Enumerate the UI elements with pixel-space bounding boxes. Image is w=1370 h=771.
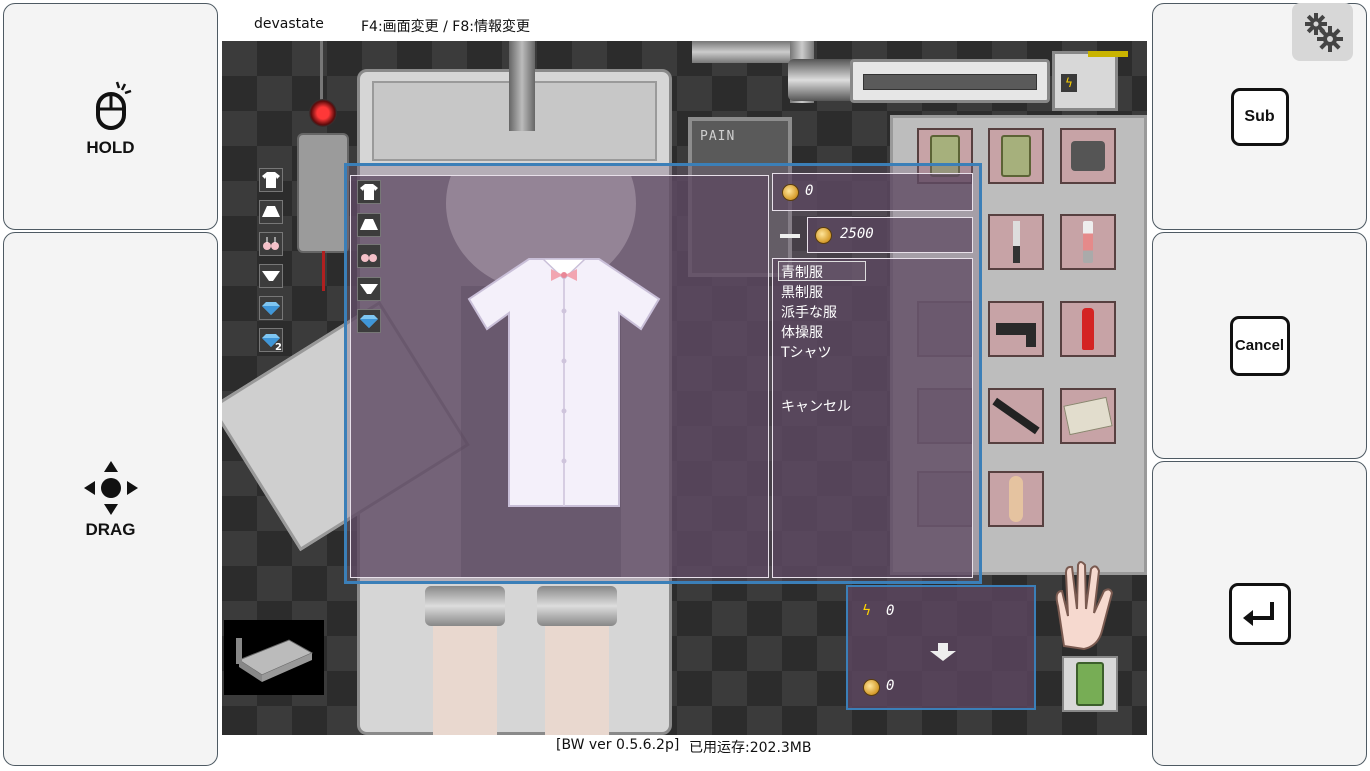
shirt-icon <box>360 184 378 200</box>
hand-cursor-icon <box>1055 561 1114 651</box>
outfit-option-list: 青制服 黒制服 派手な服 体操服 Tシャツ キャンセル <box>772 258 973 578</box>
option-gym-clothes[interactable]: 体操服 <box>781 322 823 342</box>
move-arrows-icon <box>83 461 138 515</box>
skirt-icon <box>262 206 280 217</box>
return-arrow-icon <box>1242 601 1274 626</box>
shirt-slot[interactable] <box>259 168 283 192</box>
jerrycan-icon <box>1001 135 1031 177</box>
drag-button[interactable]: DRAG <box>3 232 218 766</box>
owned-coins-amount: 0 <box>805 183 814 199</box>
stick-icon <box>1009 476 1023 522</box>
status-box: ϟ 0 0 <box>846 585 1036 710</box>
pain-monitor-label: PAIN <box>700 129 736 144</box>
iv-tube <box>322 251 325 291</box>
diamond-icon <box>360 315 378 328</box>
syringe-icon <box>1083 221 1093 263</box>
skirt-tab[interactable] <box>357 213 381 237</box>
settings-button[interactable] <box>1292 3 1353 61</box>
option-blue-uniform[interactable]: 青制服 <box>781 262 823 282</box>
item-slot-jerrycan-2[interactable] <box>988 128 1044 184</box>
shirt-tab[interactable] <box>357 180 381 204</box>
energy-icon: ϟ <box>862 603 872 619</box>
rifle-icon <box>992 397 1040 435</box>
gem-tab[interactable] <box>357 309 381 333</box>
hold-label: HOLD <box>86 137 135 157</box>
mouse-click-icon <box>95 81 131 130</box>
down-arrow-icon <box>930 643 956 661</box>
item-slot-nail-gun[interactable] <box>1060 128 1116 184</box>
overhead-pipe <box>509 41 535 131</box>
cancel-button[interactable]: Cancel <box>1152 232 1367 459</box>
sub-keycap: Sub <box>1230 87 1289 146</box>
drag-label: DRAG <box>85 520 136 539</box>
character-legs <box>425 586 620 735</box>
pressure-cylinder <box>788 59 858 101</box>
phone-item-slot[interactable] <box>1062 656 1118 712</box>
nail-gun-icon <box>1071 141 1105 171</box>
panties-tab[interactable] <box>357 277 381 301</box>
character-preview-panel <box>350 175 769 578</box>
extinguisher-icon <box>1082 308 1094 350</box>
hotkey-hint: F4:画面変更 / F8:情報変更 <box>361 19 530 35</box>
bra-slot[interactable] <box>259 232 283 256</box>
knife-icon <box>1012 221 1020 263</box>
item-slot-rifle[interactable] <box>988 388 1044 444</box>
item-slot-envelope[interactable] <box>1060 388 1116 444</box>
gauge-panel <box>850 59 1050 103</box>
gem-count-badge: 2 <box>275 342 282 353</box>
price-panel: 2500 <box>807 217 973 253</box>
enter-keycap <box>1228 582 1291 645</box>
item-slot-knife[interactable] <box>988 214 1044 270</box>
pistol-icon <box>996 323 1036 347</box>
wall-pipe <box>692 41 792 63</box>
phone-icon <box>1076 662 1104 706</box>
coin-icon <box>864 680 879 695</box>
power-cable <box>1088 51 1128 57</box>
skirt-slot[interactable] <box>259 200 283 224</box>
price-amount: 2500 <box>840 226 874 242</box>
panties-slot[interactable] <box>259 264 283 288</box>
power-box: ϟ <box>1052 51 1118 111</box>
gem-slot-2[interactable]: 2 <box>259 328 283 353</box>
bed-icon <box>236 638 314 682</box>
item-slot-pistol[interactable] <box>988 301 1044 357</box>
energy-amount: 0 <box>886 603 895 619</box>
room-thumbnail[interactable] <box>224 620 324 695</box>
bra-icon <box>361 254 377 262</box>
hold-button[interactable]: HOLD <box>3 3 218 230</box>
skirt-icon <box>360 219 378 230</box>
option-cancel[interactable]: キャンセル <box>781 396 851 416</box>
gears-icon <box>1304 13 1343 52</box>
item-slot-syringe[interactable] <box>1060 214 1116 270</box>
coin-amount: 0 <box>886 678 895 694</box>
envelope-icon <box>1063 396 1113 436</box>
game-viewport[interactable]: PAIN ϟ 2 ϟ 0 0 0 2500 青制服 黒制服 派手な服 体操服 T… <box>222 41 1147 735</box>
iv-bag <box>297 133 349 253</box>
iv-lamp <box>309 99 337 127</box>
shirt-icon <box>262 172 280 188</box>
mode-label: devastate <box>254 16 324 32</box>
bra-tab[interactable] <box>357 244 381 268</box>
minus-icon <box>780 234 800 238</box>
bra-icon <box>263 237 279 250</box>
option-black-uniform[interactable]: 黒制服 <box>781 282 823 302</box>
school-shirt-preview <box>467 258 661 507</box>
cancel-keycap: Cancel <box>1229 315 1290 376</box>
panties-icon <box>262 271 280 281</box>
option-t-shirt[interactable]: Tシャツ <box>781 342 832 362</box>
owned-coins-panel: 0 <box>772 173 973 211</box>
coin-icon <box>783 185 798 200</box>
version-label: [BW ver 0.5.6.2p] <box>556 737 680 753</box>
enter-button[interactable] <box>1152 461 1367 766</box>
gem-slot[interactable] <box>259 296 283 320</box>
item-slot-extinguisher[interactable] <box>1060 301 1116 357</box>
panties-icon <box>360 284 378 294</box>
diamond-icon <box>262 302 280 315</box>
memory-label: 已用运存:202.3MB <box>689 740 812 756</box>
item-slot-stick[interactable] <box>988 471 1044 527</box>
coin-icon <box>816 228 831 243</box>
option-flashy-clothes[interactable]: 派手な服 <box>781 302 837 322</box>
